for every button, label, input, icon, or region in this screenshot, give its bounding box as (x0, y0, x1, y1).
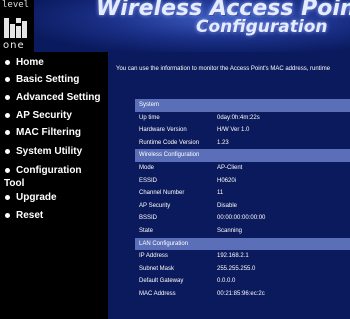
header: level one Wireless Access Point Configur… (0, 0, 350, 52)
row-value: 00:00:00:00:00:00 (217, 215, 266, 222)
row-value: H0620i (217, 177, 237, 184)
row-label: Default Gateway (139, 278, 184, 285)
row-value: 255.255.255.0 (217, 265, 256, 272)
row-value: 11 (217, 190, 224, 197)
section-header-system: System (135, 99, 350, 112)
row-label: Mode (139, 164, 155, 171)
table-row: IP Address 192.168.2.1 (135, 250, 350, 263)
level-one-logo: level one (0, 0, 34, 52)
table-row: Up time 0day:0h:4m:22s (135, 112, 350, 125)
table-row: Default Gateway 0.0.0.0 (135, 275, 350, 288)
row-value: AP-Client (217, 164, 243, 171)
table-row: BSSID 00:00:00:00:00:00 (135, 212, 350, 225)
row-label: BSSID (139, 215, 158, 222)
table-row: Runtime Code Version 1.23 (135, 137, 350, 150)
section-title: System (139, 102, 160, 108)
row-label: AP Security (139, 202, 171, 209)
table-row: State Scanning (135, 225, 350, 238)
row-label: Runtime Code Version (139, 139, 200, 146)
row-value: H/W Ver 1.0 (217, 127, 250, 134)
table-row: Mode AP-Client (135, 162, 350, 175)
main-content: You can use the information to monitor t… (108, 52, 350, 319)
bullet-icon (5, 60, 10, 65)
sidebar: Home Basic Setting Advanced Setting AP S… (0, 52, 108, 319)
row-value: Disable (217, 202, 238, 209)
section-header-lan: LAN Configuration (135, 237, 350, 251)
bullet-icon (5, 213, 10, 218)
sidebar-item-label: Upgrade (16, 192, 57, 203)
sidebar-item-label: Basic Setting (16, 74, 80, 85)
sidebar-item-label: Advanced Setting (16, 92, 101, 103)
sidebar-item-label: System Utility (16, 146, 83, 157)
sidebar-item-label-line2: Tool (4, 178, 25, 189)
sidebar-item-label: AP Security (16, 110, 72, 121)
row-label: Up time (139, 114, 160, 121)
row-label: Hardware Version (139, 127, 187, 134)
section-title: Wireless Configuration (139, 152, 200, 159)
sidebar-item-label: Home (16, 57, 44, 68)
status-table: System Up time 0day:0h:4m:22s Hardware Ve… (135, 99, 350, 301)
sidebar-item-label: MAC Filtering (16, 127, 81, 138)
bullet-icon (5, 130, 10, 135)
table-row: Hardware Version H/W Ver 1.0 (135, 124, 350, 137)
row-label: State (139, 227, 154, 234)
row-label: Subnet Mask (139, 265, 175, 272)
table-row: Subnet Mask 255.255.255.0 (135, 263, 350, 276)
sidebar-item-label: Reset (16, 210, 44, 221)
bullet-icon (5, 149, 10, 154)
table-row: Channel Number 11 (135, 187, 350, 200)
row-label: Channel Number (139, 190, 185, 197)
table-row: ESSID H0620i (135, 175, 350, 188)
table-row: MAC Address 00:21:85:96:ec:2c (135, 288, 350, 301)
logo-grid-icon (4, 18, 27, 38)
page-subtitle: Configuration (196, 17, 328, 37)
bullet-icon (5, 95, 10, 100)
row-value: 0day:0h:4m:22s (217, 114, 260, 121)
row-label: ESSID (139, 177, 158, 184)
logo-top-text: level (2, 0, 30, 10)
sidebar-item-label: Configuration (16, 165, 82, 176)
intro-text: You can use the information to monitor t… (116, 66, 331, 72)
row-value: Scanning (217, 227, 243, 234)
logo-bottom-text: one (3, 40, 25, 51)
row-value: 0.0.0.0 (217, 278, 236, 285)
section-header-wireless: Wireless Configuration (135, 149, 350, 162)
bullet-icon (5, 195, 10, 200)
row-value: 192.168.2.1 (217, 253, 249, 260)
section-title: LAN Configuration (139, 240, 189, 247)
row-label: MAC Address (139, 290, 176, 297)
row-label: IP Address (139, 253, 168, 260)
bullet-icon (5, 77, 10, 82)
bullet-icon (5, 113, 10, 118)
table-row: AP Security Disable (135, 200, 350, 213)
row-value: 00:21:85:96:ec:2c (217, 290, 265, 297)
bullet-icon (5, 168, 10, 173)
row-value: 1.23 (217, 139, 229, 146)
